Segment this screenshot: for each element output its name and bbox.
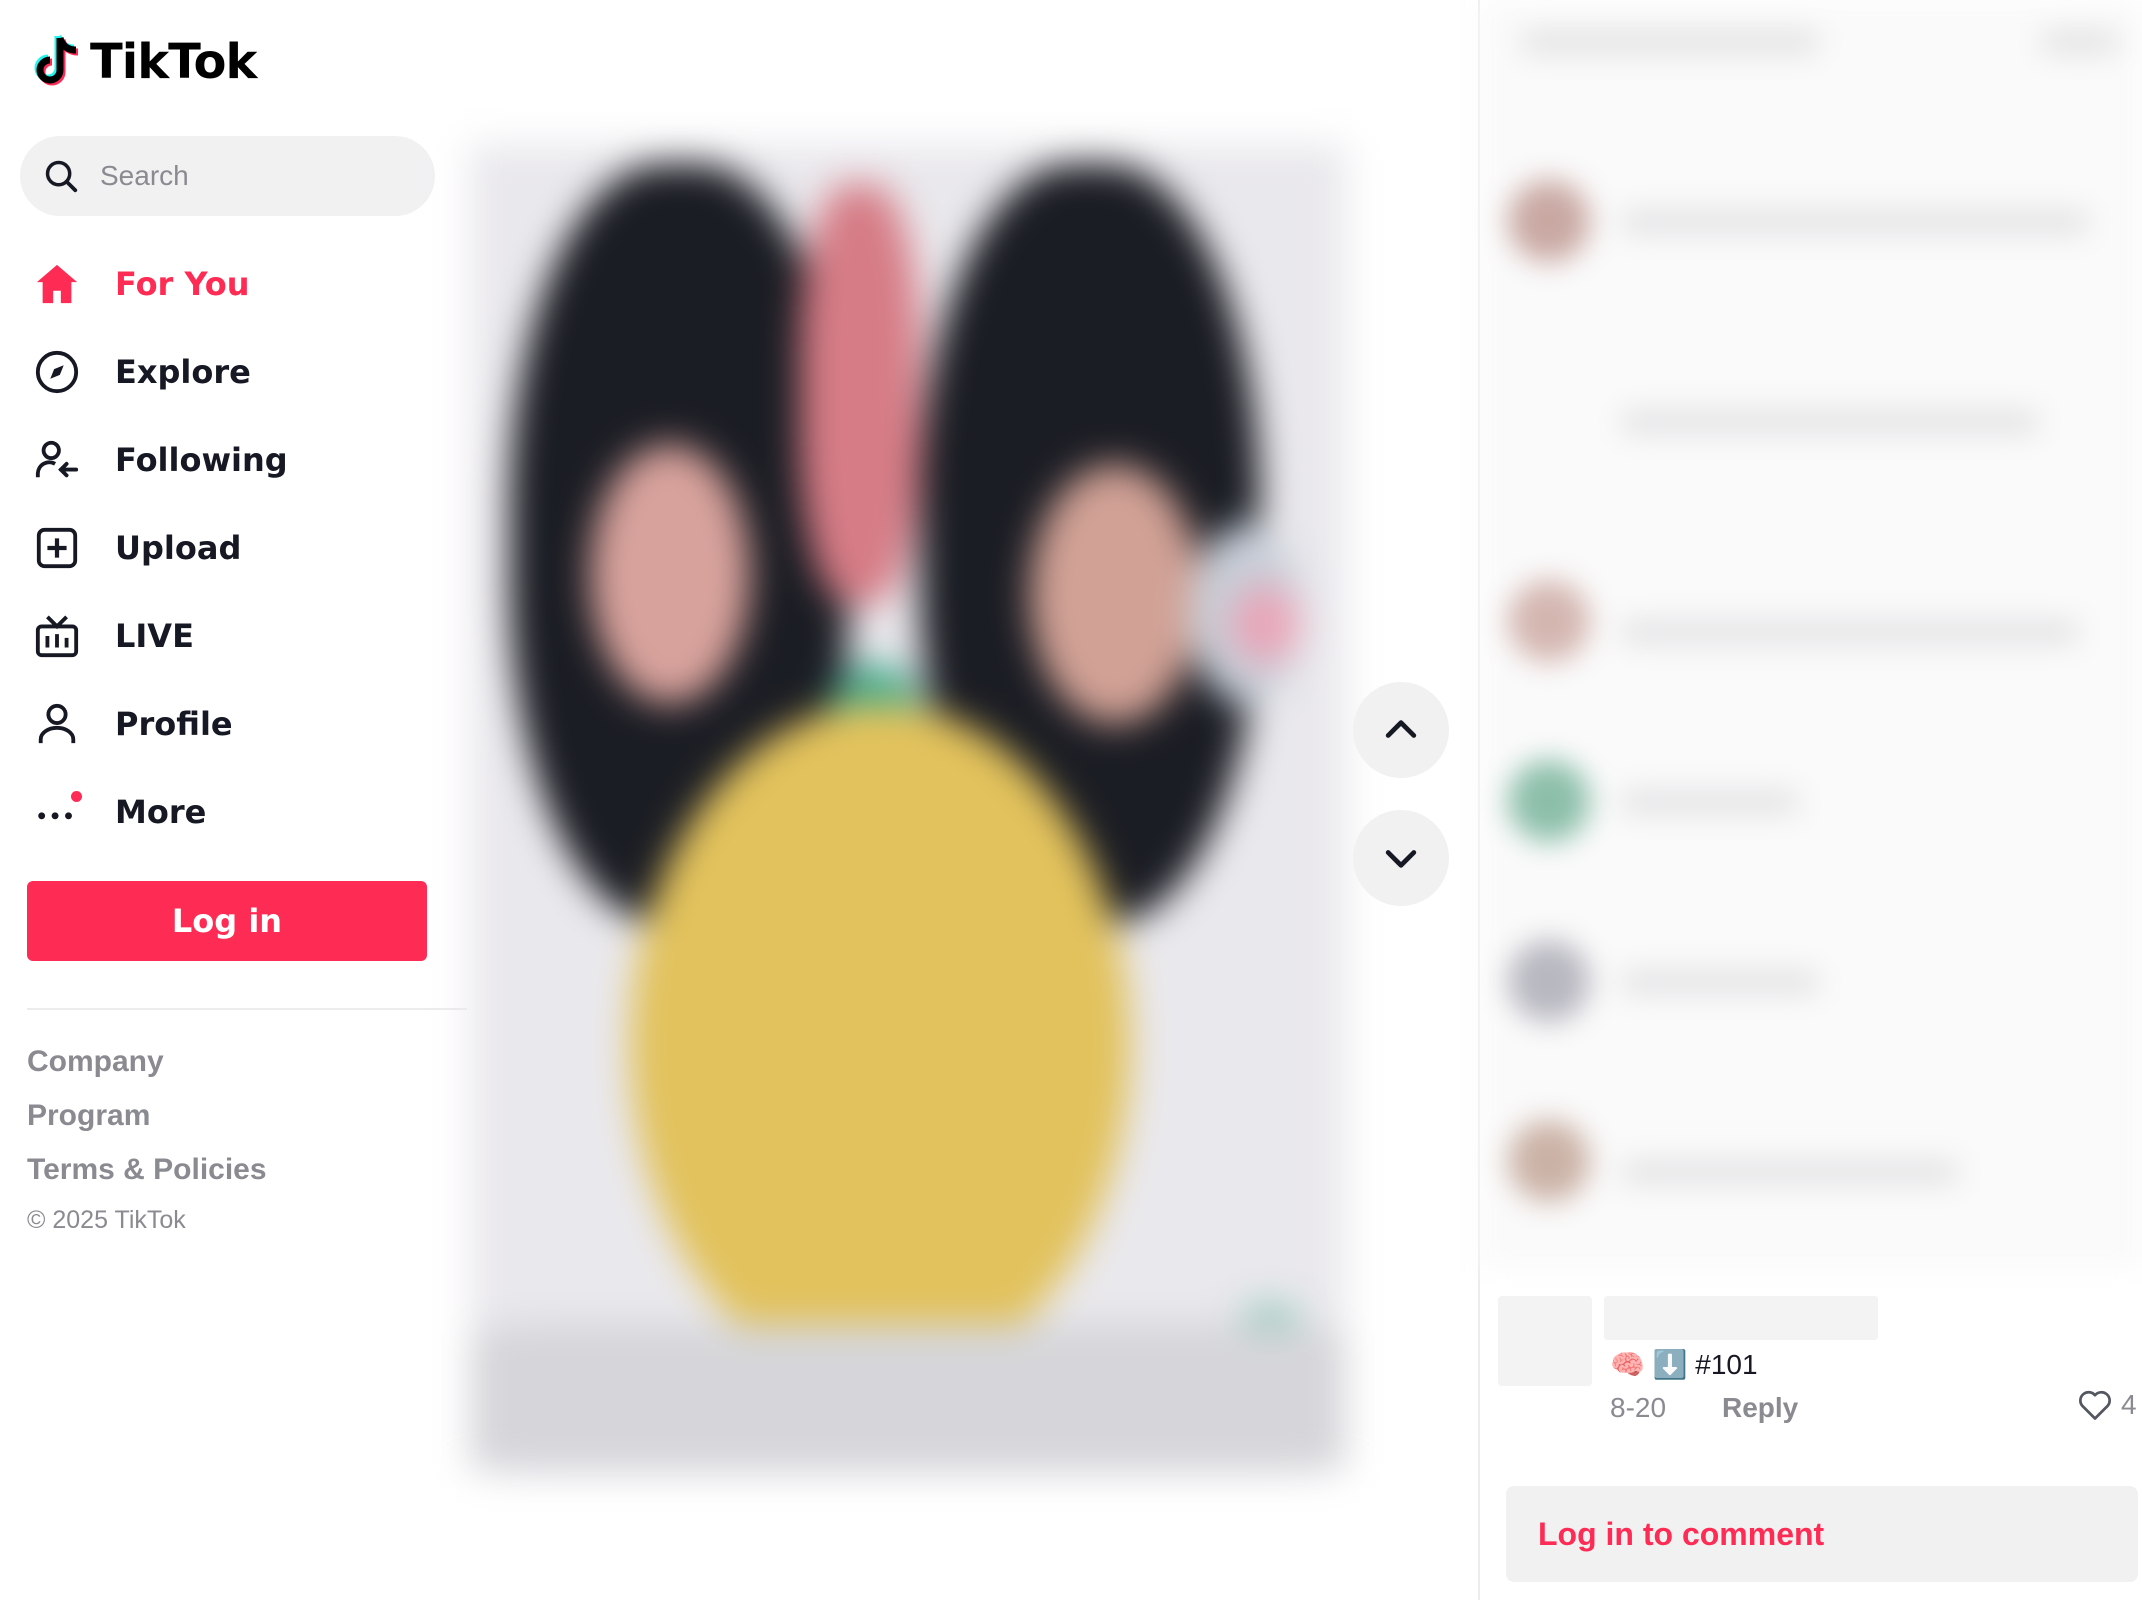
blurred-line bbox=[1520, 30, 1820, 54]
nav-item-profile[interactable]: Profile bbox=[32, 680, 452, 768]
footer-link-program[interactable]: Program bbox=[27, 1094, 267, 1148]
chevron-up-icon bbox=[1385, 720, 1417, 738]
footer-link-terms[interactable]: Terms & Policies bbox=[27, 1148, 267, 1202]
video-player[interactable] bbox=[470, 144, 1346, 1474]
search-icon bbox=[45, 160, 78, 193]
nav-item-live[interactable]: LIVE bbox=[32, 592, 452, 680]
blurred-avatar bbox=[1508, 180, 1590, 262]
heart-icon bbox=[2079, 1390, 2111, 1420]
login-to-comment-button[interactable]: Log in to comment bbox=[1506, 1486, 2138, 1582]
login-to-comment-label: Log in to comment bbox=[1538, 1515, 1825, 1552]
nav-label: Upload bbox=[115, 529, 242, 567]
nav-label: For You bbox=[115, 265, 250, 303]
previous-video-button[interactable] bbox=[1353, 682, 1449, 778]
reply-button[interactable]: Reply bbox=[1722, 1392, 1798, 1424]
nav-item-for-you[interactable]: For You bbox=[32, 240, 452, 328]
blurred-line bbox=[1620, 210, 2090, 234]
tiktok-logo-icon bbox=[34, 34, 79, 86]
video-blur-shape bbox=[630, 704, 1130, 1384]
next-video-button[interactable] bbox=[1353, 810, 1449, 906]
comment-avatar[interactable] bbox=[1498, 1296, 1592, 1386]
video-blur-shape bbox=[1030, 464, 1200, 724]
blurred-line bbox=[1620, 620, 2080, 644]
copyright-text: © 2025 TikTok bbox=[27, 1206, 186, 1234]
blurred-line bbox=[1620, 970, 1820, 994]
comment-date: 8-20 bbox=[1610, 1392, 1667, 1423]
live-tv-icon bbox=[32, 611, 82, 661]
blurred-line bbox=[1620, 410, 2040, 434]
comment-text: 🧠 ⬇️ #101 bbox=[1610, 1349, 1758, 1380]
blurred-avatar bbox=[1508, 940, 1590, 1022]
tiktok-logo[interactable]: TikTok bbox=[32, 30, 257, 94]
video-blur-shape bbox=[470, 1324, 1346, 1474]
comment-item: 🧠 ⬇️ #101 8-20 Reply 4 bbox=[1480, 1296, 2142, 1436]
following-icon bbox=[32, 435, 82, 485]
comments-panel: 🧠 ⬇️ #101 8-20 Reply 4 Log in to comment bbox=[1478, 0, 2142, 1600]
comment-username[interactable] bbox=[1604, 1296, 1878, 1340]
blurred-line bbox=[2040, 30, 2120, 54]
nav-label: More bbox=[115, 793, 207, 831]
blurred-line bbox=[1620, 790, 1800, 814]
video-blur-shape bbox=[590, 444, 750, 704]
compass-icon bbox=[32, 347, 82, 397]
comments-list-blurred[interactable] bbox=[1480, 0, 2142, 1268]
search-bar[interactable] bbox=[20, 136, 435, 216]
blurred-avatar bbox=[1508, 760, 1590, 842]
footer-link-company[interactable]: Company bbox=[27, 1040, 267, 1094]
notification-dot bbox=[71, 791, 82, 802]
video-blur-shape bbox=[800, 184, 920, 604]
like-button[interactable]: 4 bbox=[2077, 1388, 2137, 1422]
sidebar-divider bbox=[27, 1008, 467, 1010]
nav-item-following[interactable]: Following bbox=[32, 416, 452, 504]
nav-label: Explore bbox=[115, 353, 251, 391]
blurred-avatar bbox=[1508, 580, 1590, 662]
nav-item-upload[interactable]: Upload bbox=[32, 504, 452, 592]
login-button[interactable]: Log in bbox=[27, 881, 427, 961]
profile-icon bbox=[32, 699, 82, 749]
nav-item-more[interactable]: More bbox=[32, 768, 452, 856]
blurred-avatar bbox=[1508, 1120, 1590, 1202]
sidebar: TikTok For You Explore Following bbox=[0, 0, 468, 1600]
like-count: 4 bbox=[2121, 1389, 2137, 1420]
nav-label: Profile bbox=[115, 705, 233, 743]
blurred-line bbox=[1620, 1160, 1960, 1184]
home-icon bbox=[32, 259, 82, 309]
nav-label: LIVE bbox=[115, 617, 194, 655]
upload-icon bbox=[32, 523, 82, 573]
nav-item-explore[interactable]: Explore bbox=[32, 328, 452, 416]
main-nav: For You Explore Following Upload LIVE Pr… bbox=[32, 240, 452, 856]
chevron-down-icon bbox=[1385, 850, 1417, 868]
logo-wordmark: TikTok bbox=[90, 34, 257, 90]
search-input[interactable] bbox=[98, 159, 402, 193]
video-blur-shape bbox=[1230, 584, 1300, 664]
nav-label: Following bbox=[115, 441, 288, 479]
more-icon bbox=[32, 787, 82, 837]
sidebar-footer: Company Program Terms & Policies © 2025 … bbox=[27, 1040, 267, 1235]
